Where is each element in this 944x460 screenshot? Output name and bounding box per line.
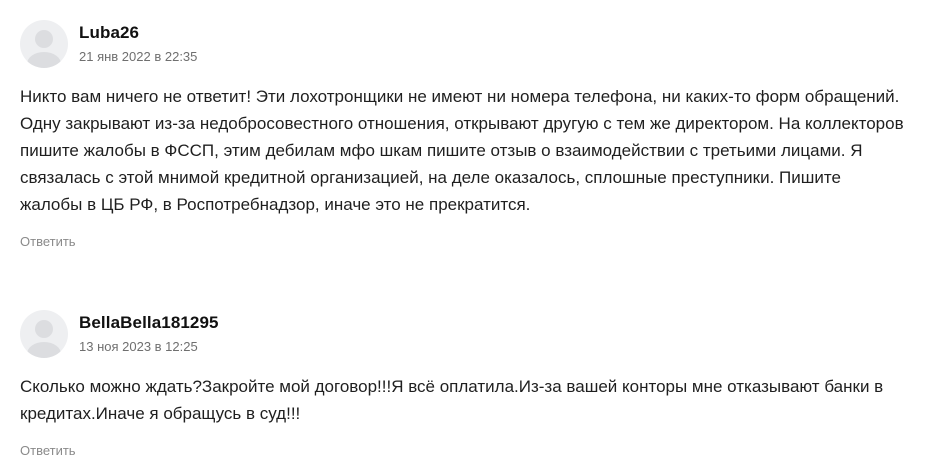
comment-author[interactable]: Luba26	[79, 22, 197, 44]
reply-button[interactable]: Ответить	[20, 442, 76, 460]
comment-header: BellaBella181295 13 ноя 2023 в 12:25	[20, 310, 920, 360]
comment-meta: Luba26 21 янв 2022 в 22:35	[79, 20, 197, 66]
comment-text: Сколько можно ждать?Закройте мой договор…	[20, 377, 884, 423]
reply-button[interactable]: Ответить	[20, 233, 76, 251]
comment-item: Luba26 21 янв 2022 в 22:35 Никто вам нич…	[20, 20, 920, 251]
comment-item: BellaBella181295 13 ноя 2023 в 12:25 Ско…	[20, 310, 920, 460]
user-avatar-placeholder-icon[interactable]	[20, 20, 68, 68]
comment-date: 21 янв 2022 в 22:35	[79, 49, 198, 64]
comment-header: Luba26 21 янв 2022 в 22:35	[20, 20, 920, 70]
comment-date: 13 ноя 2023 в 12:25	[79, 339, 198, 354]
comment-author[interactable]: BellaBella181295	[79, 312, 219, 334]
comment-text: Никто вам ничего не ответит! Эти лохотро…	[20, 87, 904, 214]
user-avatar-placeholder-icon[interactable]	[20, 310, 68, 358]
comment-meta: BellaBella181295 13 ноя 2023 в 12:25	[79, 310, 219, 356]
